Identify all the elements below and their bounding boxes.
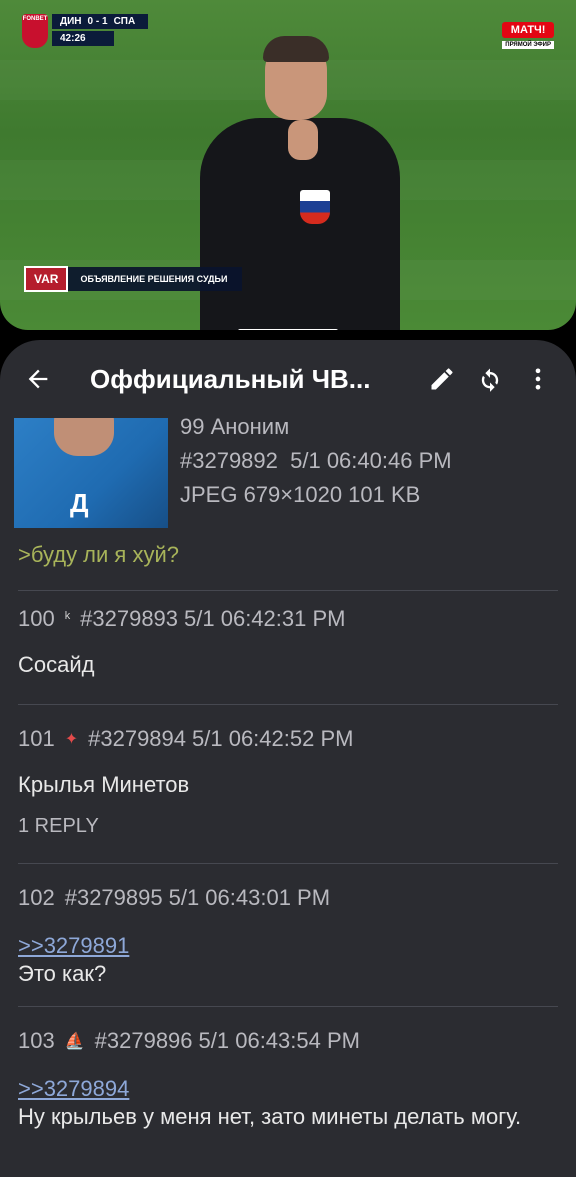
replies-link[interactable]: 1 REPLY	[18, 815, 558, 838]
post-number: 103	[18, 1028, 55, 1053]
broadcaster-logo: МАТЧ! ПРЯМОЙ ЭФИР	[502, 22, 554, 49]
post-101[interactable]: 101 ✦ #3279894 5/1 06:42:52 PM Крылья Ми…	[18, 705, 558, 864]
post-text: Ну крыльев у меня нет, зато минеты делат…	[18, 1104, 522, 1129]
thread-title: Оффициальный ЧВ...	[90, 363, 371, 394]
post-99[interactable]: Д 99 Аноним #3279892 5/1 06:40:46 PM JPE…	[14, 418, 558, 591]
var-logo: VAR	[24, 266, 69, 292]
var-banner: VAR ОБЪЯВЛЕНИЕ РЕШЕНИЯ СУДЬИ	[24, 266, 243, 292]
back-arrow-icon	[28, 369, 48, 389]
reply-button[interactable]	[418, 355, 466, 403]
post-number: 101	[18, 726, 55, 751]
post-id[interactable]: #3279893	[80, 606, 178, 632]
scoreboard: FONBET ДИН 0 - 1 СПА 42:26	[22, 14, 148, 50]
post-author: 99 Аноним	[180, 418, 290, 439]
spartak-flag-icon: ✦	[64, 731, 79, 748]
post-102[interactable]: 102 #3279895 5/1 06:43:01 PM >>3279891 Э…	[18, 864, 558, 1007]
post-id[interactable]: #3279892	[180, 448, 278, 473]
league-badge: FONBET	[22, 14, 48, 48]
league-badge-text: FONBET	[22, 16, 48, 22]
video-player[interactable]: FONBET ДИН 0 - 1 СПА 42:26 МАТЧ! ПРЯМОЙ …	[0, 0, 576, 330]
post-number: 102	[18, 885, 55, 910]
dynamo-logo: Д	[70, 488, 89, 518]
post-100[interactable]: 100 ᵏ #3279893 5/1 06:42:31 PM Сосайд	[18, 591, 558, 705]
player-face	[54, 418, 114, 456]
away-team: СПА	[113, 16, 136, 27]
match-clock: 42:26	[52, 31, 114, 46]
quote-link[interactable]: >>3279894	[18, 1075, 558, 1103]
refresh-button[interactable]	[466, 355, 514, 403]
russia-flag-badge	[300, 190, 330, 224]
refresh-icon	[481, 368, 499, 392]
home-team: ДИН	[60, 16, 82, 27]
channel-logo: МАТЧ!	[502, 22, 554, 38]
post-id[interactable]: #3279894	[88, 726, 186, 752]
back-button[interactable]	[14, 355, 62, 403]
post-id[interactable]: #3279896	[95, 1028, 193, 1054]
score-row: ДИН 0 - 1 СПА	[52, 14, 148, 29]
post-meta: 99 Аноним #3279892 5/1 06:40:46 PM JPEG …	[180, 418, 452, 512]
app-bar: Оффициальный ЧВ...	[0, 340, 576, 418]
score: 0 - 1	[87, 16, 108, 27]
post-date: 5/1 06:43:01 PM	[168, 885, 331, 910]
edit-pencil-icon	[431, 368, 453, 390]
post-date: 5/1 06:43:54 PM	[198, 1028, 360, 1053]
var-caption: ОБЪЯВЛЕНИЕ РЕШЕНИЯ СУДЬИ	[68, 267, 243, 291]
post-number: 100	[18, 606, 55, 631]
zenit-flag-icon: ⛵	[64, 1033, 85, 1050]
post-date: 5/1 06:42:31 PM	[184, 606, 346, 631]
post-date: 5/1 06:40:46 PM	[290, 448, 452, 473]
post-body: Сосайд	[18, 652, 95, 677]
team-flag-icon: ᵏ	[64, 610, 71, 627]
quote-link[interactable]: >>3279891	[18, 932, 558, 960]
referee-hand	[288, 120, 318, 160]
live-tag: ПРЯМОЙ ЭФИР	[502, 41, 554, 49]
post-thumbnail[interactable]: Д	[14, 418, 168, 528]
thread-posts[interactable]: Д 99 Аноним #3279892 5/1 06:40:46 PM JPE…	[0, 418, 576, 1177]
post-103[interactable]: 103 ⛵ #3279896 5/1 06:43:54 PM >>3279894…	[18, 1007, 558, 1177]
post-text: Это как?	[18, 961, 107, 986]
pip-drag-handle[interactable]	[238, 329, 338, 330]
overflow-menu-button[interactable]	[514, 355, 562, 403]
referee-hair	[263, 36, 329, 62]
post-body: Крылья Минетов	[18, 772, 190, 797]
post-id[interactable]: #3279895	[65, 885, 163, 911]
post-date: 5/1 06:42:52 PM	[192, 726, 354, 751]
more-vert-icon	[535, 368, 541, 390]
post-body: >буду ли я хуй?	[18, 542, 179, 567]
file-info: JPEG 679×1020 101 KB	[180, 482, 421, 507]
